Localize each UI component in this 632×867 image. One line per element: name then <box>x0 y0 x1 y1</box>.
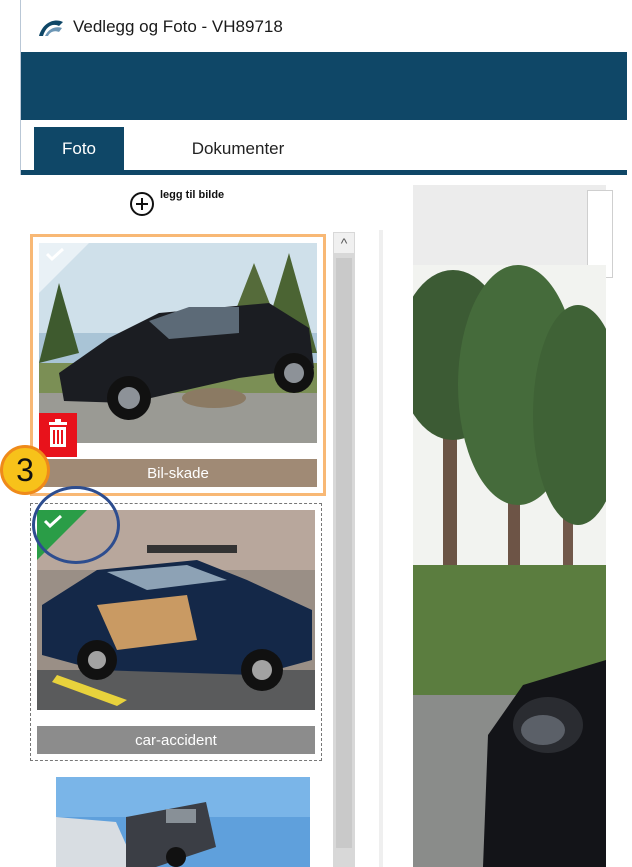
checkmark-icon <box>45 247 65 261</box>
tab-foto[interactable]: Foto <box>34 127 124 170</box>
add-circle-icon <box>130 192 154 216</box>
add-photo-button[interactable]: legg til bilde <box>130 188 224 216</box>
window-title: Vedlegg og Foto - VH89718 <box>73 17 283 36</box>
scroll-up-arrow-icon[interactable]: ^ <box>334 233 354 253</box>
title-bar: Vedlegg og Foto - VH89718 <box>21 0 627 52</box>
step-badge: 3 <box>0 445 50 495</box>
scrollbar-thumb[interactable] <box>336 258 352 848</box>
photo-caption: Bil-skade <box>39 459 317 487</box>
trash-icon <box>49 419 67 447</box>
pane-splitter[interactable] <box>379 230 383 867</box>
delete-photo-button[interactable] <box>39 413 77 457</box>
photo-card[interactable] <box>30 773 320 867</box>
photo-thumbnail[interactable] <box>56 777 310 867</box>
photo-caption: car-accident <box>37 726 315 754</box>
photo-card[interactable]: Bil-skade <box>30 234 326 496</box>
tab-dokumenter[interactable]: Dokumenter <box>168 127 308 170</box>
highlight-ring <box>32 486 120 564</box>
add-photo-label: legg til bilde <box>160 189 225 201</box>
photo-preview <box>413 265 606 867</box>
header-banner <box>21 52 627 120</box>
app-logo-icon <box>39 20 63 36</box>
